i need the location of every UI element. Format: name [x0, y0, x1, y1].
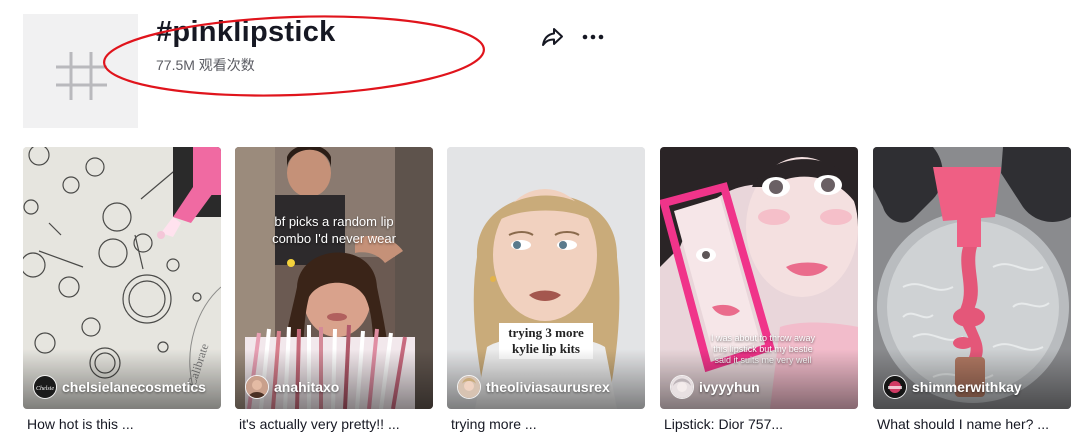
video-caption[interactable]: Lipstick: Dior 757... [664, 416, 783, 432]
video-thumbnail[interactable]: shimmerwithkay [873, 147, 1071, 409]
share-icon [542, 28, 563, 46]
page-title: #pinklipstick [156, 16, 336, 48]
share-button[interactable] [540, 25, 566, 49]
author-link[interactable]: shimmerwithkay [883, 375, 1022, 399]
avatar [245, 375, 269, 399]
view-count: 77.5M 观看次数 [156, 57, 255, 73]
author-name: chelsielanecosmetics [62, 379, 206, 395]
video-thumbnail[interactable]: bf picks a random lip combo I'd never we… [235, 147, 433, 409]
author-link[interactable]: ivyyyhun [670, 375, 760, 399]
video-thumbnail[interactable]: I was about to throw away this lipstick … [660, 147, 858, 409]
video-caption[interactable]: trying more ... [451, 416, 537, 432]
video-caption[interactable]: How hot is this ... [27, 416, 134, 432]
video-caption[interactable]: it's actually very pretty!! ... [239, 416, 400, 432]
video-caption[interactable]: What should I name her? ... [877, 416, 1049, 432]
author-link[interactable]: theoliviasaurusrex [457, 375, 610, 399]
author-link[interactable]: anahitaxo [245, 375, 339, 399]
more-horizontal-icon [582, 34, 604, 40]
video-card[interactable]: bf picks a random lip combo I'd never we… [235, 147, 433, 442]
video-thumbnail[interactable]: trying 3 more kylie lip kits theoliviasa… [447, 147, 645, 409]
author-name: shimmerwithkay [912, 379, 1022, 395]
avatar-logo-text: Chelsie [36, 386, 54, 392]
author-name: theoliviasaurusrex [486, 379, 610, 395]
author-link[interactable]: Chelsie chelsielanecosmetics [33, 375, 206, 399]
video-thumbnail[interactable]: Calibrate Chelsie chelsielanecosmetics [23, 147, 221, 409]
author-name: ivyyyhun [699, 379, 760, 395]
avatar [457, 375, 481, 399]
video-card[interactable]: trying 3 more kylie lip kits theoliviasa… [447, 147, 645, 442]
avatar: Chelsie [33, 375, 57, 399]
author-name: anahitaxo [274, 379, 340, 395]
video-card[interactable]: Calibrate Chelsie chelsielanecosmetics H… [23, 147, 221, 442]
video-card[interactable]: shimmerwithkay What should I name her? .… [873, 147, 1071, 442]
hashtag-header: #pinklipstick 77.5M 观看次数 [0, 0, 1080, 140]
video-card[interactable]: I was about to throw away this lipstick … [660, 147, 858, 442]
video-overlay-text: bf picks a random lip combo I'd never we… [272, 214, 396, 246]
hashtag-icon [23, 14, 138, 128]
more-button[interactable] [580, 25, 606, 49]
avatar [670, 375, 694, 399]
avatar [883, 375, 907, 399]
video-grid: Calibrate Chelsie chelsielanecosmetics H… [0, 147, 1080, 443]
